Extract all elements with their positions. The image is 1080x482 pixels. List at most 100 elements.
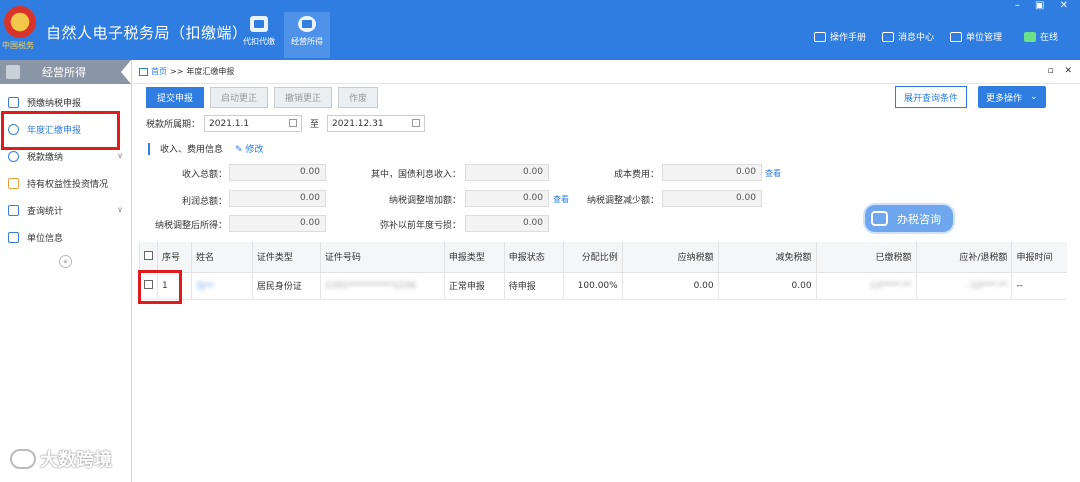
col-header[interactable]: 证件类型 bbox=[251, 242, 321, 273]
cost-label: 成本费用： bbox=[613, 170, 659, 180]
coins-icon bbox=[6, 65, 20, 79]
tax-consult-button[interactable]: 办税咨询 bbox=[865, 205, 953, 232]
section-marker bbox=[148, 142, 150, 155]
col-header[interactable]: 证件号码 bbox=[319, 242, 445, 273]
submit-button[interactable]: 提交申报 bbox=[146, 87, 205, 108]
sidebar-item-equity[interactable]: 持有权益性投资情况 bbox=[0, 170, 131, 197]
table-header-row: 序号 姓名 证件类型 证件号码 申报类型 申报状态 分配比例 应纳税额 减免税额… bbox=[139, 242, 1067, 273]
tax-logo-icon bbox=[4, 6, 36, 38]
select-all-cell[interactable] bbox=[139, 242, 158, 273]
sidebar-title: 经营所得 bbox=[42, 66, 86, 79]
tab-controls[interactable]: ▫ ✕ bbox=[1047, 66, 1076, 76]
nav-label: 操作手册 bbox=[830, 33, 867, 43]
col-header[interactable]: 申报状态 bbox=[503, 242, 564, 273]
module-withholding[interactable]: 代扣代缴 bbox=[236, 12, 282, 58]
chevron-down-icon: ⌄ bbox=[1030, 92, 1038, 102]
nav-label: 在线 bbox=[1040, 33, 1059, 43]
active-pointer-icon bbox=[121, 60, 131, 84]
cell-tax-refund: -12***.** bbox=[915, 272, 1012, 300]
void-button[interactable]: 作废 bbox=[338, 87, 379, 108]
cost-value: 0.00 bbox=[662, 164, 762, 181]
wallet-icon bbox=[250, 16, 268, 32]
window-controls[interactable]: – ▣ ✕ bbox=[1015, 0, 1074, 11]
highlight-box bbox=[1, 111, 120, 150]
chat-icon bbox=[871, 211, 888, 226]
adj-increase-value: 0.00 bbox=[465, 190, 549, 207]
period-to-value: 2021.12.31 bbox=[332, 118, 384, 129]
more-actions-button[interactable]: 更多操作 ⌄ bbox=[978, 86, 1046, 108]
period-label: 税款所属期： bbox=[146, 120, 201, 130]
cancel-correction-button[interactable]: 撤销更正 bbox=[274, 87, 333, 108]
adjusted-income-label: 纳税调整后所得： bbox=[154, 221, 227, 231]
col-header[interactable]: 申报类型 bbox=[443, 242, 505, 273]
app-title: 自然人电子税务局（扣缴端） bbox=[46, 24, 248, 42]
sidebar-item-query[interactable]: 查询统计 ∨ bbox=[0, 197, 131, 224]
cell-decl-type: 正常申报 bbox=[443, 272, 505, 300]
col-header[interactable]: 减免税额 bbox=[717, 242, 817, 273]
col-header[interactable]: 分配比例 bbox=[562, 242, 623, 273]
coins-icon bbox=[298, 16, 316, 32]
sidebar-item-unit-info[interactable]: 单位信息 bbox=[0, 224, 131, 251]
adj-decrease-value: 0.00 bbox=[662, 190, 762, 207]
breadcrumb-home[interactable]: 首页 bbox=[151, 66, 167, 77]
more-actions-label: 更多操作 bbox=[986, 93, 1023, 104]
mail-icon bbox=[882, 31, 894, 42]
declaration-table: 序号 姓名 证件类型 证件号码 申报类型 申报状态 分配比例 应纳税额 减免税额… bbox=[139, 242, 1067, 300]
income-total-label: 收入总额： bbox=[181, 170, 227, 180]
section-income-expense: 收入、费用信息 ✎ 修改 bbox=[148, 142, 263, 155]
edit-link[interactable]: ✎ 修改 bbox=[235, 142, 263, 155]
col-header[interactable]: 应补/退税额 bbox=[915, 242, 1012, 273]
cell-time: -- bbox=[1011, 272, 1067, 300]
col-header[interactable]: 姓名 bbox=[190, 242, 253, 273]
sidebar-item-label: 持有权益性投资情况 bbox=[27, 180, 109, 190]
manual-icon bbox=[814, 31, 826, 42]
home-icon bbox=[139, 67, 148, 76]
col-header[interactable]: 应纳税额 bbox=[621, 242, 719, 273]
edit-label: 修改 bbox=[245, 145, 264, 155]
breadcrumb-current: 年度汇缴申报 bbox=[186, 67, 235, 76]
col-header[interactable]: 序号 bbox=[157, 242, 192, 273]
chevron-down-icon: ∨ bbox=[117, 151, 123, 160]
period-from-input[interactable]: 2021.1.1 bbox=[204, 115, 303, 132]
adj-decrease-label: 纳税调整减少额： bbox=[586, 196, 659, 206]
income-total-value: 0.00 bbox=[229, 164, 326, 181]
module-label: 代扣代缴 bbox=[243, 37, 275, 46]
nav-manual[interactable]: 操作手册 bbox=[814, 30, 866, 43]
building-icon bbox=[950, 31, 962, 42]
sidebar-header: 经营所得 bbox=[0, 60, 131, 84]
monitor-icon bbox=[1024, 31, 1036, 42]
watermark: 大数跨境 bbox=[10, 446, 112, 472]
cell-tax-paid: 12****.** bbox=[815, 272, 916, 300]
start-correction-button[interactable]: 启动更正 bbox=[210, 87, 269, 108]
table-icon bbox=[8, 232, 19, 243]
module-business-income[interactable]: 经营所得 bbox=[284, 12, 330, 58]
collapse-sidebar-button[interactable]: « bbox=[59, 255, 72, 268]
logo-text: 中国税务 bbox=[2, 41, 34, 50]
top-header: 中国税务 自然人电子税务局（扣缴端） 代扣代缴 经营所得 – ▣ ✕ 操作手册 … bbox=[0, 0, 1080, 60]
section-title: 收入、费用信息 bbox=[160, 145, 224, 155]
tax-consult-label: 办税咨询 bbox=[897, 212, 941, 226]
col-header[interactable]: 已缴税额 bbox=[815, 242, 916, 273]
cost-view-link[interactable]: 查看 bbox=[765, 168, 781, 179]
nav-online[interactable]: 在线 bbox=[1024, 30, 1058, 43]
col-header[interactable]: 申报时间 bbox=[1011, 242, 1067, 273]
prior-loss-value: 0.00 bbox=[465, 215, 549, 232]
nav-messages[interactable]: 消息中心 bbox=[882, 30, 934, 43]
adjusted-income-value: 0.00 bbox=[229, 215, 326, 232]
nav-label: 消息中心 bbox=[898, 33, 935, 43]
breadcrumb-sep: >> bbox=[170, 67, 184, 76]
cell-name[interactable]: 马** bbox=[190, 272, 253, 300]
expand-query-button[interactable]: 展开查询条件 bbox=[895, 86, 968, 108]
sidebar-item-label: 税款缴纳 bbox=[27, 153, 64, 163]
watermark-logo-icon bbox=[10, 449, 36, 469]
profit-total-value: 0.00 bbox=[229, 190, 326, 207]
interest-income-label: 其中，国债利息收入： bbox=[370, 170, 461, 180]
table-row[interactable]: 1 马** 居民身份证 1101**********1234 正常申报 待申报 … bbox=[139, 272, 1067, 300]
adj-increase-view-link[interactable]: 查看 bbox=[553, 194, 569, 205]
calendar-icon bbox=[289, 119, 298, 127]
interest-income-value: 0.00 bbox=[465, 164, 549, 181]
period-to-input[interactable]: 2021.12.31 bbox=[327, 115, 426, 132]
cell-tax-relief: 0.00 bbox=[717, 272, 817, 300]
select-all-checkbox[interactable] bbox=[144, 250, 153, 260]
nav-unit-management[interactable]: 单位管理 bbox=[950, 30, 1002, 43]
